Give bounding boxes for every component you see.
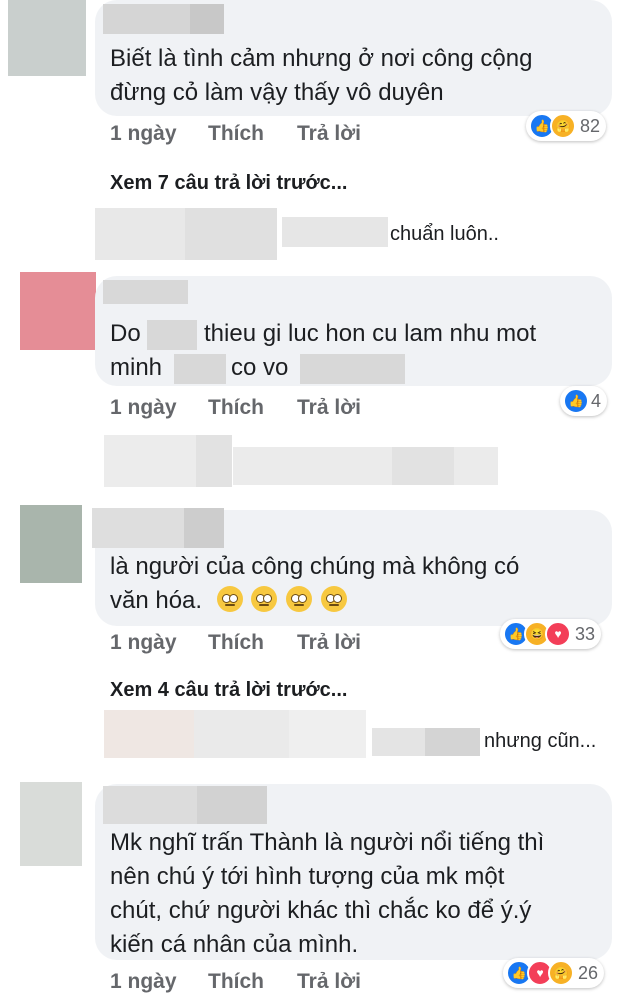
reply-link[interactable]: Trả lời xyxy=(297,631,361,655)
comment-text-line: kiến cá nhân của mình. xyxy=(110,931,359,958)
care-reaction-icon: 🤗 xyxy=(550,113,576,139)
redacted-avatar xyxy=(194,710,289,758)
redacted-username xyxy=(197,786,267,824)
comment-text-line: Biết là tình cảm nhưng ở nơi công cộng xyxy=(110,45,533,72)
view-previous-replies[interactable]: Xem 7 câu trả lời trước... xyxy=(110,172,347,195)
comment-text-part: Do xyxy=(110,320,141,347)
love-reaction-icon: ♥ xyxy=(545,621,571,647)
redacted-avatar xyxy=(104,710,194,758)
comment-text-part: minh xyxy=(110,354,163,381)
redacted-username xyxy=(282,217,388,247)
comment-text-part: thieu gi luc hon cu lam nhu mot xyxy=(204,320,537,347)
comment-time[interactable]: 1 ngày xyxy=(110,631,177,655)
rolling-eyes-emoji-icon xyxy=(216,586,243,612)
care-reaction-icon: 🤗 xyxy=(548,960,574,986)
reaction-summary[interactable]: 👍 4 xyxy=(560,386,608,416)
reaction-summary[interactable]: 👍 ♥ 🤗 26 xyxy=(503,958,605,988)
rolling-eyes-emoji-icon xyxy=(320,586,347,612)
reaction-summary[interactable]: 👍 🤗 82 xyxy=(526,111,607,141)
like-link[interactable]: Thích xyxy=(208,122,264,146)
redacted-mention xyxy=(174,354,226,384)
like-reaction-icon: 👍 xyxy=(563,388,589,414)
comment-text-line-with-emoji: văn hóa. xyxy=(110,584,349,618)
redacted-mention xyxy=(300,354,405,384)
comment-time[interactable]: 1 ngày xyxy=(110,122,177,146)
reply-link[interactable]: Trả lời xyxy=(297,970,361,994)
comment-text-line: chút, chứ người khác thì chắc ko để ý.ý xyxy=(110,897,532,924)
redacted-reply-preview xyxy=(104,435,196,487)
avatar[interactable] xyxy=(8,0,86,76)
reply-link[interactable]: Trả lời xyxy=(297,396,361,420)
avatar[interactable] xyxy=(20,782,82,866)
reply-preview-text[interactable]: nhưng cũn... xyxy=(484,730,596,753)
reaction-count: 82 xyxy=(580,115,601,136)
comment-text-line: Mk nghĩ trấn Thành là người nổi tiếng th… xyxy=(110,829,545,856)
redacted-avatar xyxy=(185,208,277,260)
view-previous-replies[interactable]: Xem 4 câu trả lời trước... xyxy=(110,679,347,702)
reply-link[interactable]: Trả lời xyxy=(297,122,361,146)
redacted-username xyxy=(425,728,480,756)
comment-time[interactable]: 1 ngày xyxy=(110,396,177,420)
like-link[interactable]: Thích xyxy=(208,631,264,655)
comment-text-line: là người của công chúng mà không có xyxy=(110,553,520,580)
reaction-count: 33 xyxy=(575,623,596,644)
redacted-username xyxy=(103,786,197,824)
comment-text-part: co vo xyxy=(231,354,289,381)
redacted-reply-preview xyxy=(392,447,454,485)
avatar[interactable] xyxy=(20,272,96,350)
redacted-avatar xyxy=(95,208,185,260)
redacted-username xyxy=(92,508,184,548)
avatar[interactable] xyxy=(20,505,82,583)
like-link[interactable]: Thích xyxy=(208,970,264,994)
reaction-summary[interactable]: 👍 😆 ♥ 33 xyxy=(500,619,602,649)
redacted-mention xyxy=(147,320,197,350)
redacted-username xyxy=(184,508,224,548)
redacted-username xyxy=(103,280,188,304)
like-link[interactable]: Thích xyxy=(208,396,264,420)
redacted-avatar xyxy=(289,710,366,758)
rolling-eyes-emoji-icon xyxy=(286,586,313,612)
comment-text-line: đừng cỏ làm vậy thấy vô duyên xyxy=(110,79,444,106)
redacted-username xyxy=(190,4,224,34)
reply-preview-text[interactable]: chuẩn luôn.. xyxy=(390,223,499,246)
comment-text-line: nên chú ý tới hình tượng của mk một xyxy=(110,863,505,890)
reaction-count: 4 xyxy=(591,390,602,411)
rolling-eyes-emoji-icon xyxy=(251,586,278,612)
reaction-count: 26 xyxy=(578,962,599,983)
comment-time[interactable]: 1 ngày xyxy=(110,970,177,994)
redacted-reply-preview xyxy=(196,435,232,487)
redacted-reply-preview xyxy=(233,447,498,485)
comment-text-segment: văn hóa. xyxy=(110,587,203,614)
